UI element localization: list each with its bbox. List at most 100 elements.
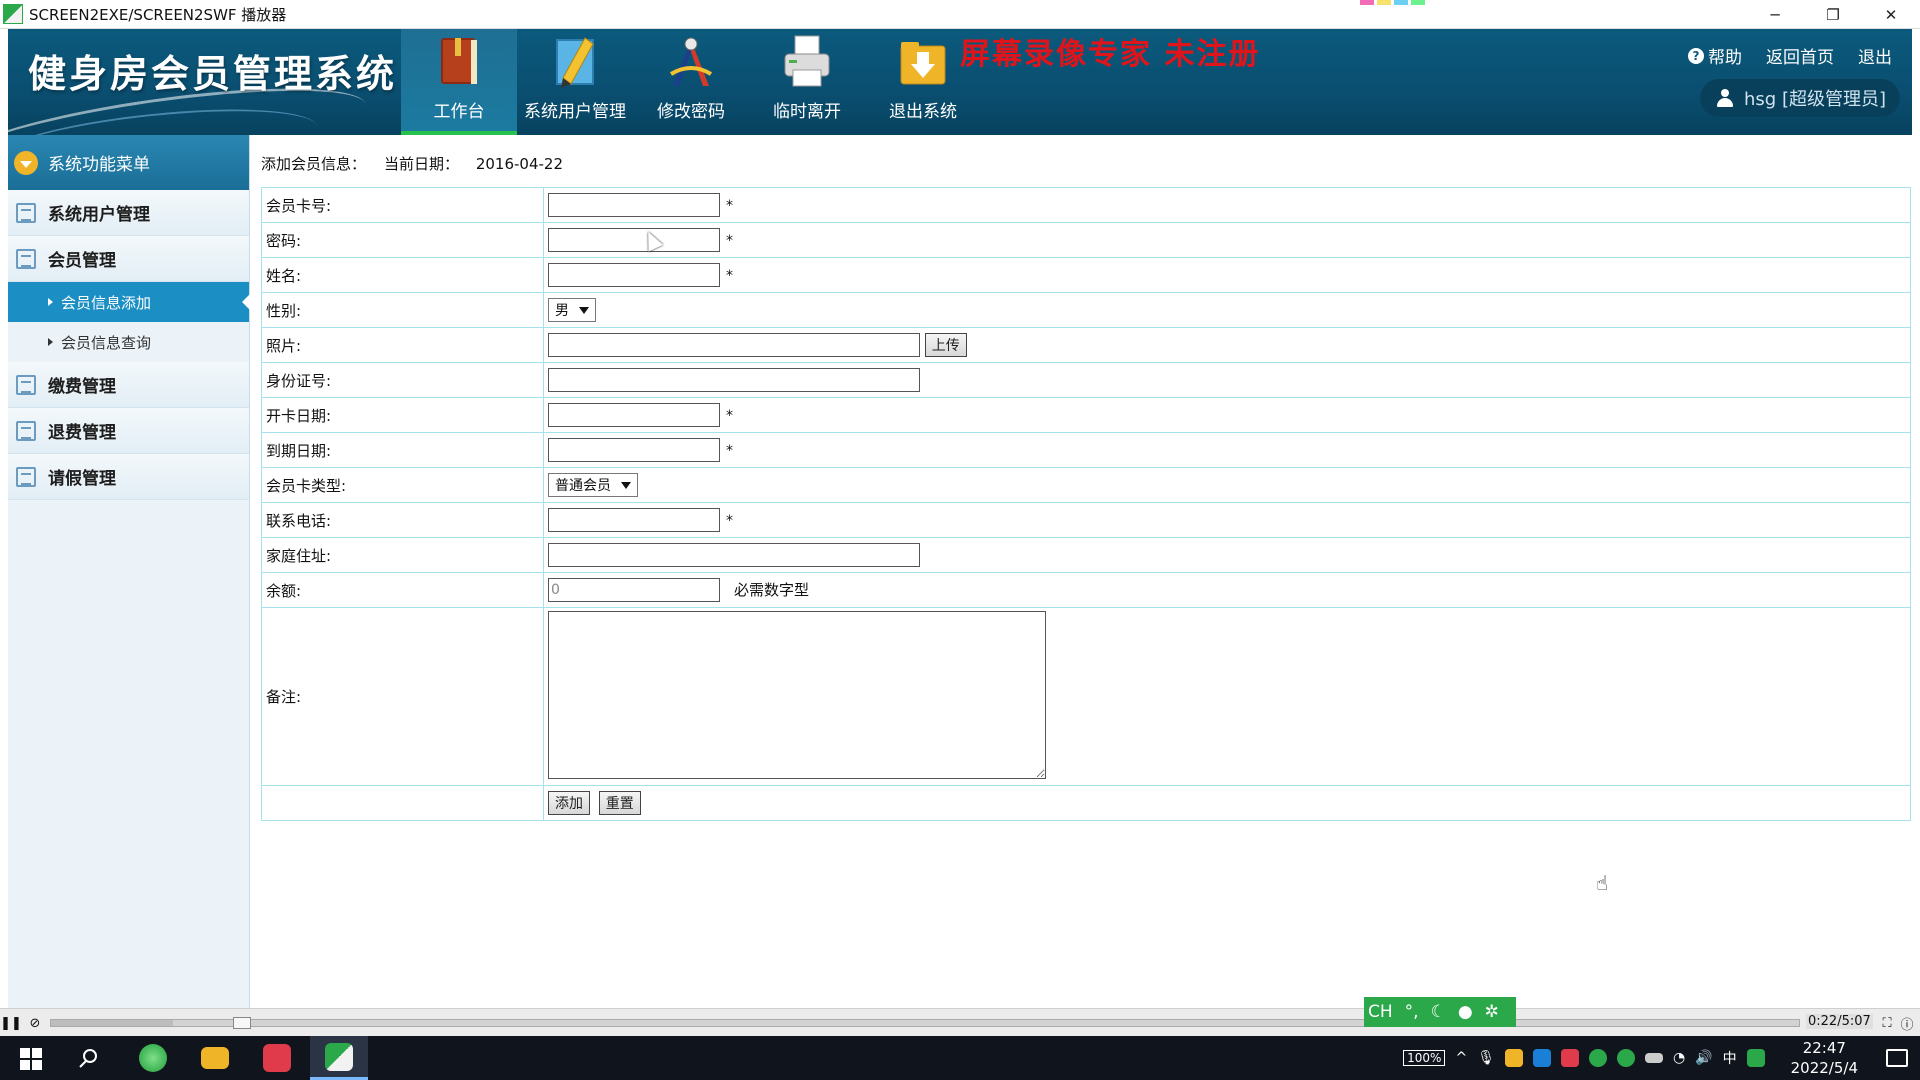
close-button[interactable]: ✕ xyxy=(1862,0,1920,29)
card-type-select[interactable]: 普通会员 xyxy=(548,473,638,497)
sidebar-item-member-management[interactable]: 会员管理 xyxy=(8,236,249,282)
taskbar: 100% ^ 🎙 ◔ 🔊 中 22:47 2022/5/4 xyxy=(0,1036,1920,1080)
calendar-icon xyxy=(16,420,36,441)
photo-path-input[interactable] xyxy=(548,333,920,357)
id-no-input[interactable] xyxy=(548,368,920,392)
notification-icon[interactable] xyxy=(1886,1049,1908,1067)
required-mark: * xyxy=(726,407,733,424)
phone-input[interactable] xyxy=(548,508,720,532)
tray-app-icon[interactable] xyxy=(1532,1049,1551,1067)
add-button[interactable]: 添加 xyxy=(548,791,590,815)
volume-icon[interactable]: 🔊 xyxy=(1695,1050,1712,1066)
form-row-card-no: 会员卡号: * xyxy=(261,187,1911,223)
field-label: 家庭住址: xyxy=(261,537,544,573)
system-tray: 100% ^ 🎙 ◔ 🔊 中 22:47 2022/5/4 xyxy=(1403,1036,1920,1080)
stop-icon[interactable]: ⊘ xyxy=(26,1014,44,1032)
info-icon[interactable]: ⓘ xyxy=(1898,1014,1916,1033)
home-link[interactable]: 返回首页 xyxy=(1766,43,1834,68)
user-name: hsg [超级管理员] xyxy=(1744,89,1886,110)
sidebar-item-system-users[interactable]: 系统用户管理 xyxy=(8,190,249,236)
playback-time: 0:22/5:07 xyxy=(1806,1014,1873,1029)
player-controls: ❚❚ ⊘ 0:22/5:07 ⛶ ⓘ xyxy=(0,1008,1920,1036)
ime-toolbar: CH °, ☾ ● ✲ xyxy=(1364,997,1516,1027)
sidebar-subitem-member-query[interactable]: 会员信息查询 xyxy=(8,322,249,362)
sidebar-item-refund[interactable]: 退费管理 xyxy=(8,408,249,454)
balance-input[interactable] xyxy=(548,578,720,602)
nav-change-password[interactable]: 修改密码 xyxy=(633,29,749,135)
card-no-input[interactable] xyxy=(548,193,720,217)
logout-link[interactable]: 退出 xyxy=(1858,43,1892,68)
form-row-actions: 添加 重置 xyxy=(261,785,1911,821)
required-mark: * xyxy=(726,232,733,249)
sidebar-item-label: 会员管理 xyxy=(48,251,116,271)
help-icon: ? xyxy=(1688,47,1704,64)
windows-start-icon[interactable] xyxy=(20,1048,42,1070)
ime-user-icon[interactable]: ● xyxy=(1458,1002,1473,1022)
help-link[interactable]: ? 帮助 xyxy=(1688,43,1742,68)
reset-button[interactable]: 重置 xyxy=(598,791,641,815)
seek-handle[interactable] xyxy=(233,1017,252,1029)
password-input[interactable] xyxy=(548,228,720,252)
hand-cursor-icon: ☝ xyxy=(1596,871,1609,895)
top-nav: 工作台 系统用户管理 修改密码 临时离开 退出系统 xyxy=(401,29,981,135)
ime-lang[interactable]: CH xyxy=(1368,1002,1393,1022)
battery-indicator[interactable]: 100% xyxy=(1403,1050,1446,1066)
sidebar-item-label: 退费管理 xyxy=(48,423,116,443)
user-badge: hsg [超级管理员] xyxy=(1700,79,1900,117)
remark-textarea[interactable] xyxy=(548,610,1046,779)
player-taskbar-icon[interactable] xyxy=(310,1036,368,1080)
fullscreen-icon[interactable]: ⛶ xyxy=(1878,1014,1896,1032)
browser-app-icon[interactable] xyxy=(124,1036,182,1080)
upload-button[interactable]: 上传 xyxy=(924,333,967,357)
nav-label: 临时离开 xyxy=(773,102,841,122)
form-row-gender: 性别: 男 xyxy=(261,292,1911,328)
minimize-button[interactable]: ─ xyxy=(1746,0,1804,29)
wechat-icon[interactable] xyxy=(1588,1049,1607,1067)
form-row-card-type: 会员卡类型: 普通会员 xyxy=(261,467,1911,503)
form-row-start-date: 开卡日期: * xyxy=(261,397,1911,433)
end-date-input[interactable] xyxy=(548,438,720,462)
nav-system-users[interactable]: 系统用户管理 xyxy=(517,29,633,135)
color-strip xyxy=(1360,0,1425,5)
address-input[interactable] xyxy=(548,543,920,567)
user-icon xyxy=(1716,89,1734,107)
search-icon[interactable] xyxy=(60,1036,118,1080)
nav-label: 修改密码 xyxy=(657,102,725,122)
dropdown-arrow-icon xyxy=(579,306,589,314)
seek-bar[interactable] xyxy=(50,1017,1800,1029)
sogou-icon[interactable] xyxy=(1746,1049,1765,1067)
microphone-icon[interactable]: 🎙 xyxy=(1477,1050,1495,1066)
pause-icon[interactable]: ❚❚ xyxy=(0,1014,22,1032)
wechat-icon[interactable] xyxy=(1616,1049,1635,1067)
start-date-input[interactable] xyxy=(548,403,720,427)
ime-gear-icon[interactable]: ✲ xyxy=(1485,1002,1499,1022)
moon-icon[interactable]: ☾ xyxy=(1431,1002,1446,1022)
input-lang[interactable]: 中 xyxy=(1723,1048,1737,1068)
document-icon xyxy=(16,248,36,269)
card-type-value: 普通会员 xyxy=(555,478,611,494)
sidebar-header[interactable]: 系统功能菜单 xyxy=(8,135,249,190)
field-label: 到期日期: xyxy=(261,432,544,468)
ime-punct[interactable]: °, xyxy=(1405,1002,1419,1022)
file-explorer-icon[interactable] xyxy=(186,1036,244,1080)
restore-button[interactable]: ❐ xyxy=(1804,0,1862,29)
field-label: 姓名: xyxy=(261,257,544,293)
red-app-icon[interactable] xyxy=(248,1036,306,1080)
gender-select[interactable]: 男 xyxy=(548,298,596,322)
clock[interactable]: 22:47 2022/5/4 xyxy=(1791,1038,1858,1078)
sidebar-item-leave[interactable]: 请假管理 xyxy=(8,454,249,500)
balance-hint: 必需数字型 xyxy=(734,580,810,599)
tray-app-icon[interactable] xyxy=(1560,1049,1579,1067)
name-input[interactable] xyxy=(548,263,720,287)
form-row-end-date: 到期日期: * xyxy=(261,432,1911,468)
sidebar-item-payment[interactable]: 缴费管理 xyxy=(8,362,249,408)
nav-workbench[interactable]: 工作台 xyxy=(401,29,517,135)
wifi-icon[interactable]: ◔ xyxy=(1673,1050,1685,1066)
sidebar-subitem-member-add[interactable]: 会员信息添加 xyxy=(8,282,250,322)
battery-icon[interactable] xyxy=(1644,1053,1663,1063)
field-label: 联系电话: xyxy=(261,502,544,538)
nav-temp-leave[interactable]: 临时离开 xyxy=(749,29,865,135)
tray-app-icon[interactable] xyxy=(1504,1049,1523,1067)
chevron-up-icon[interactable]: ^ xyxy=(1455,1050,1467,1066)
form-row-address: 家庭住址: xyxy=(261,537,1911,573)
